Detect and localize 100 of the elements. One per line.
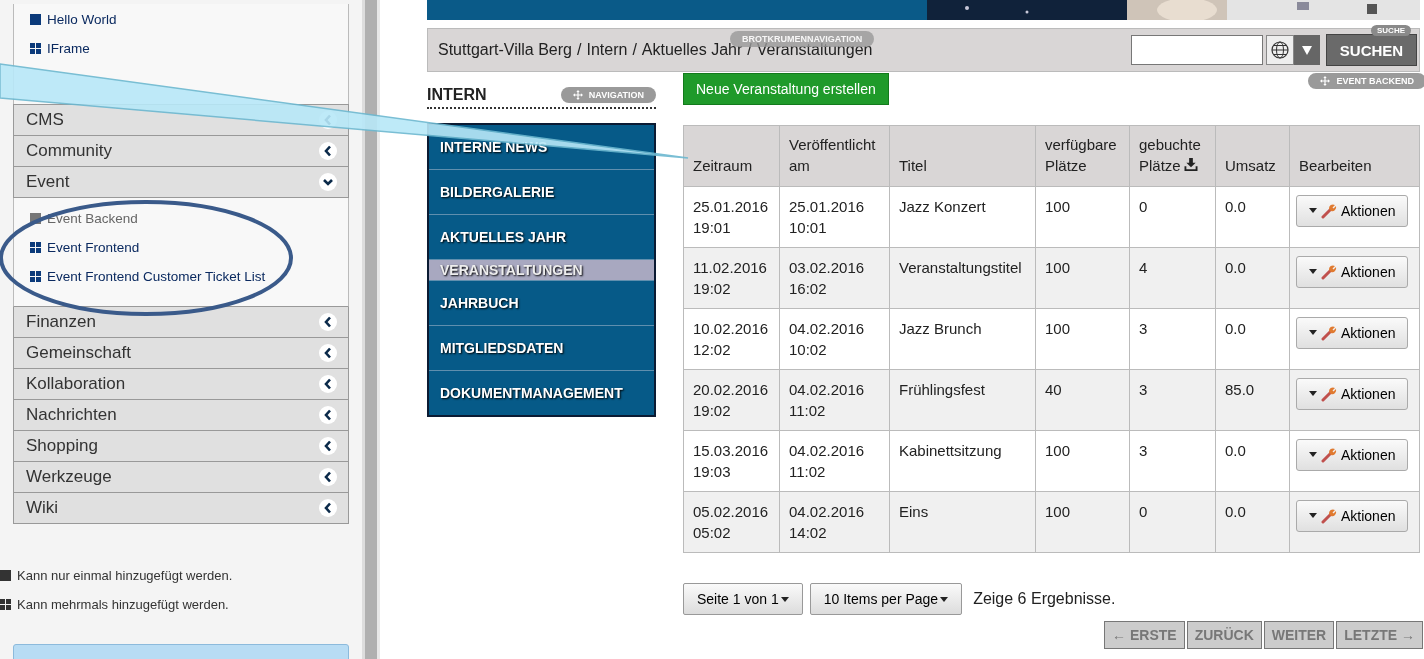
nav-item[interactable]: BILDERGALERIE [429, 170, 654, 215]
results-count: Zeige 6 Ergebnisse. [973, 590, 1116, 608]
caret-down-icon [1309, 513, 1317, 519]
dropdown-button[interactable] [1294, 35, 1320, 65]
table-cell: 15.03.2016 19:03 [683, 430, 780, 492]
actions-button[interactable]: Aktionen [1296, 378, 1409, 410]
chevron-left-icon [318, 467, 338, 487]
column-header: Umsatz [1215, 125, 1290, 187]
move-icon [572, 90, 583, 100]
download-icon [1183, 158, 1198, 171]
grid-icon [0, 599, 11, 610]
caret-down-icon [940, 596, 949, 602]
category-header[interactable]: Finanzen [13, 307, 349, 338]
column-header: Bearbeiten [1289, 125, 1420, 187]
portlet-item[interactable]: IFrame [14, 34, 90, 63]
section-title: INTERN [427, 86, 487, 104]
portlet-item[interactable]: Hello World [14, 5, 117, 34]
caret-down-icon [1309, 208, 1317, 214]
wrench-icon [1321, 325, 1337, 341]
table-cell: 10.02.2016 12:02 [683, 308, 780, 370]
page-dropdown[interactable]: Seite 1 von 1 [683, 583, 803, 615]
table-cell: 3 [1129, 308, 1216, 370]
chevron-left-icon [318, 498, 338, 518]
column-header: Titel [889, 125, 1036, 187]
table-cell: Eins [889, 491, 1036, 553]
table-cell: 04.02.2016 10:02 [779, 308, 890, 370]
table-cell: Veranstaltungstitel [889, 247, 1036, 309]
create-button[interactable]: Neue Veranstaltung erstellen [683, 73, 889, 105]
category-header[interactable]: Nachrichten [13, 400, 349, 431]
square-icon [0, 570, 11, 581]
category-header[interactable]: Event [13, 167, 349, 198]
table-cell: 0.0 [1215, 430, 1290, 492]
column-header: gebuchte Plätze [1129, 125, 1216, 187]
portlet-item[interactable]: Event Frontend [14, 233, 140, 262]
chevron-left-icon [318, 312, 338, 332]
table-cell: 25.01.2016 10:01 [779, 186, 890, 248]
table-cell: 04.02.2016 11:02 [779, 430, 890, 492]
table-cell: Kabinettsitzung [889, 430, 1036, 492]
breadcrumb-separator: / [577, 41, 582, 59]
table-cell: 100 [1035, 430, 1130, 492]
chevron-left-icon [318, 374, 338, 394]
per-page-dropdown[interactable]: 10 Items per Page [809, 583, 963, 615]
table-cell: Frühlingsfest [889, 369, 1036, 431]
category-header[interactable]: Wiki [13, 493, 349, 524]
table-cell: 3 [1129, 369, 1216, 431]
table-cell: 100 [1035, 491, 1130, 553]
table-cell: 100 [1035, 247, 1130, 309]
chevron-left-icon [318, 436, 338, 456]
category-header[interactable]: Werkzeuge [13, 462, 349, 493]
breadcrumb-link[interactable]: Stuttgart-Villa Berg [438, 41, 572, 59]
actions-button[interactable]: Aktionen [1296, 500, 1409, 532]
breadcrumb-separator: / [632, 41, 637, 59]
wrench-icon [1321, 203, 1337, 219]
table-cell: Jazz Konzert [889, 186, 1036, 248]
chevron-left-icon [318, 343, 338, 363]
square-icon [30, 213, 41, 224]
table-cell: 20.02.2016 19:02 [683, 369, 780, 431]
actions-button[interactable]: Aktionen [1296, 439, 1409, 471]
table-cell: 05.02.2016 05:02 [683, 491, 780, 553]
table-cell: 0.0 [1215, 247, 1290, 309]
legend-text: Kann nur einmal hinzugefügt werden. [17, 568, 233, 583]
move-icon [1320, 76, 1331, 86]
nav-item[interactable]: DOKUMENTMANAGEMENT [429, 371, 654, 415]
search-field[interactable] [1131, 35, 1263, 65]
caret-down-icon [1309, 391, 1317, 397]
chevron-left-icon [318, 141, 338, 161]
table-cell: 25.01.2016 19:01 [683, 186, 780, 248]
language-button[interactable] [1266, 35, 1294, 65]
wrench-icon [1321, 264, 1337, 280]
column-header: Zeitraum [683, 125, 780, 187]
wrench-icon [1321, 508, 1337, 524]
column-header: verfügbare Plätze [1035, 125, 1130, 187]
table-cell: 100 [1035, 186, 1130, 248]
category-header[interactable]: Gemeinschaft [13, 338, 349, 369]
globe-icon [1270, 40, 1290, 60]
grid-icon [30, 271, 41, 282]
category-header[interactable]: Kollaboration [13, 369, 349, 400]
actions-button[interactable]: Aktionen [1296, 317, 1409, 349]
column-header: Veröffentlicht am [779, 125, 890, 187]
search-button[interactable]: SUCHEN [1326, 34, 1417, 66]
square-icon [30, 14, 41, 25]
table-cell: 04.02.2016 14:02 [779, 491, 890, 553]
nav-item[interactable]: JAHRBUCH [429, 281, 654, 326]
caret-down-icon [1301, 44, 1313, 56]
category-header[interactable]: Community [13, 136, 349, 167]
category-header[interactable]: Shopping [13, 431, 349, 462]
grid-icon [30, 242, 41, 253]
chevron-down-icon [318, 172, 338, 192]
portlet-item[interactable]: Event Frontend Customer Ticket List [14, 262, 266, 291]
actions-button[interactable]: Aktionen [1296, 195, 1409, 227]
chevron-left-icon [318, 405, 338, 425]
legend-text: Kann mehrmals hinzugefügt werden. [17, 597, 229, 612]
table-cell: 4 [1129, 247, 1216, 309]
actions-button[interactable]: Aktionen [1296, 256, 1409, 288]
nav-item[interactable]: MITGLIEDSDATEN [429, 326, 654, 371]
table-cell: 03.02.2016 16:02 [779, 247, 890, 309]
table-cell: 85.0 [1215, 369, 1290, 431]
table-cell: 100 [1035, 308, 1130, 370]
breadcrumb-link[interactable]: Intern [586, 41, 628, 59]
table-cell: 40 [1035, 369, 1130, 431]
